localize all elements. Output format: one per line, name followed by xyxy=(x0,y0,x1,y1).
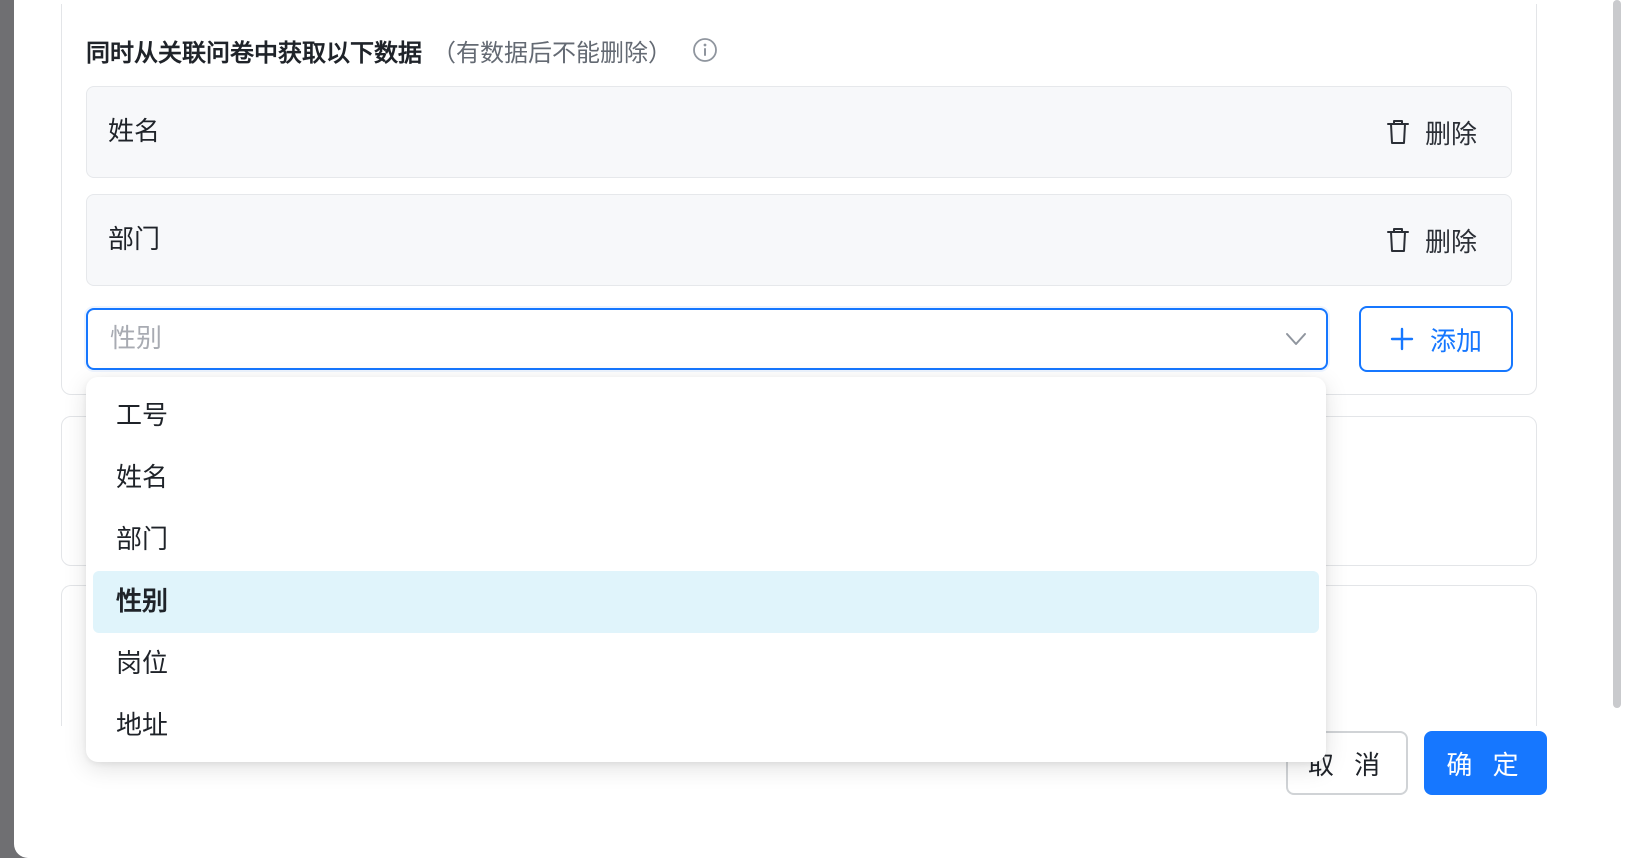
field-row-department: 部门 删除 xyxy=(86,194,1512,286)
dropdown-option[interactable]: 地址 xyxy=(93,695,1319,757)
add-field-button[interactable]: 添加 xyxy=(1359,306,1513,372)
field-label: 姓名 xyxy=(108,117,161,147)
dropdown-option-active[interactable]: 性别 xyxy=(93,571,1319,633)
field-row-name: 姓名 删除 xyxy=(86,86,1512,178)
related-data-section: 同时从关联问卷中获取以下数据 （有数据后不能删除） 姓名 删除 部门 删除 性别… xyxy=(61,4,1537,395)
dropdown-option[interactable]: 部门 xyxy=(93,509,1319,571)
delete-label: 删除 xyxy=(1424,119,1477,150)
plus-icon xyxy=(1390,327,1414,351)
field-select[interactable]: 性别 xyxy=(86,308,1328,370)
delete-field-button[interactable]: 删除 xyxy=(1385,223,1477,258)
dropdown-option[interactable]: 岗位 xyxy=(93,633,1319,695)
info-circle-icon[interactable] xyxy=(692,37,718,63)
trash-icon xyxy=(1386,120,1409,144)
chevron-down-icon xyxy=(1286,333,1306,345)
section-header: 同时从关联问卷中获取以下数据 （有数据后不能删除） xyxy=(86,34,718,67)
dropdown-option[interactable]: 工号 xyxy=(93,385,1319,447)
select-placeholder: 性别 xyxy=(110,324,163,354)
confirm-button[interactable]: 确 定 xyxy=(1424,731,1547,795)
add-label: 添加 xyxy=(1429,326,1482,357)
select-dropdown: 工号 姓名 部门 性别 岗位 地址 xyxy=(86,377,1326,762)
trash-icon xyxy=(1386,228,1409,252)
delete-field-button[interactable]: 删除 xyxy=(1385,115,1477,150)
modal-scrollbar[interactable] xyxy=(1613,0,1621,708)
section-hint: （有数据后不能删除） xyxy=(432,38,672,67)
field-label: 部门 xyxy=(108,225,161,255)
dropdown-option[interactable]: 姓名 xyxy=(93,447,1319,509)
section-title: 同时从关联问卷中获取以下数据 xyxy=(86,38,422,67)
delete-label: 删除 xyxy=(1424,227,1477,258)
